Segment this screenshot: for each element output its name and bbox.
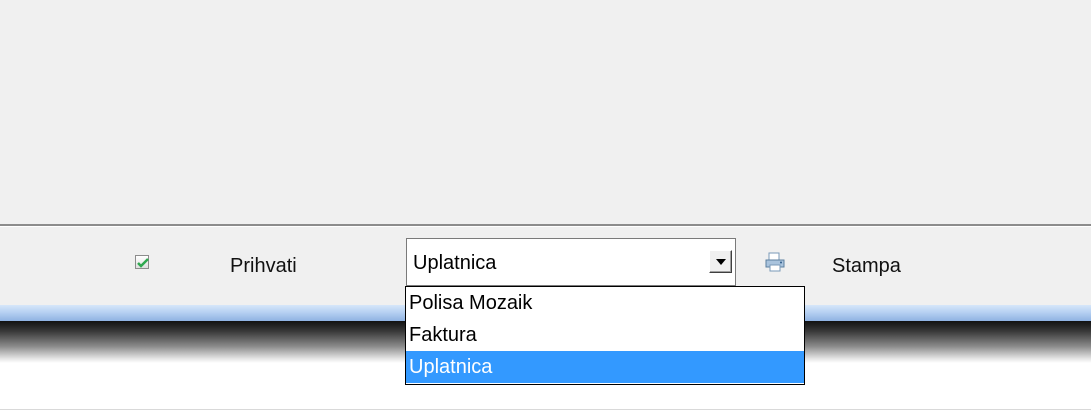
dropdown-option-uplatnica[interactable]: Uplatnica xyxy=(406,351,804,383)
content-area xyxy=(0,0,1091,224)
document-type-select[interactable]: Uplatnica xyxy=(406,238,736,286)
dropdown-option-faktura[interactable]: Faktura xyxy=(406,319,804,351)
printer-icon[interactable] xyxy=(763,251,787,273)
accept-button-label[interactable]: Prihvati xyxy=(230,254,297,278)
document-type-dropdown-list[interactable]: Polisa Mozaik Faktura Uplatnica xyxy=(405,286,805,385)
chevron-down-icon[interactable] xyxy=(709,250,732,273)
dropdown-option-polisa-mozaik[interactable]: Polisa Mozaik xyxy=(406,287,804,319)
bottom-divider xyxy=(0,409,1091,410)
accept-check-icon[interactable] xyxy=(135,255,149,269)
select-current-value: Uplatnica xyxy=(413,252,497,274)
print-button-label[interactable]: Stampa xyxy=(832,254,901,278)
